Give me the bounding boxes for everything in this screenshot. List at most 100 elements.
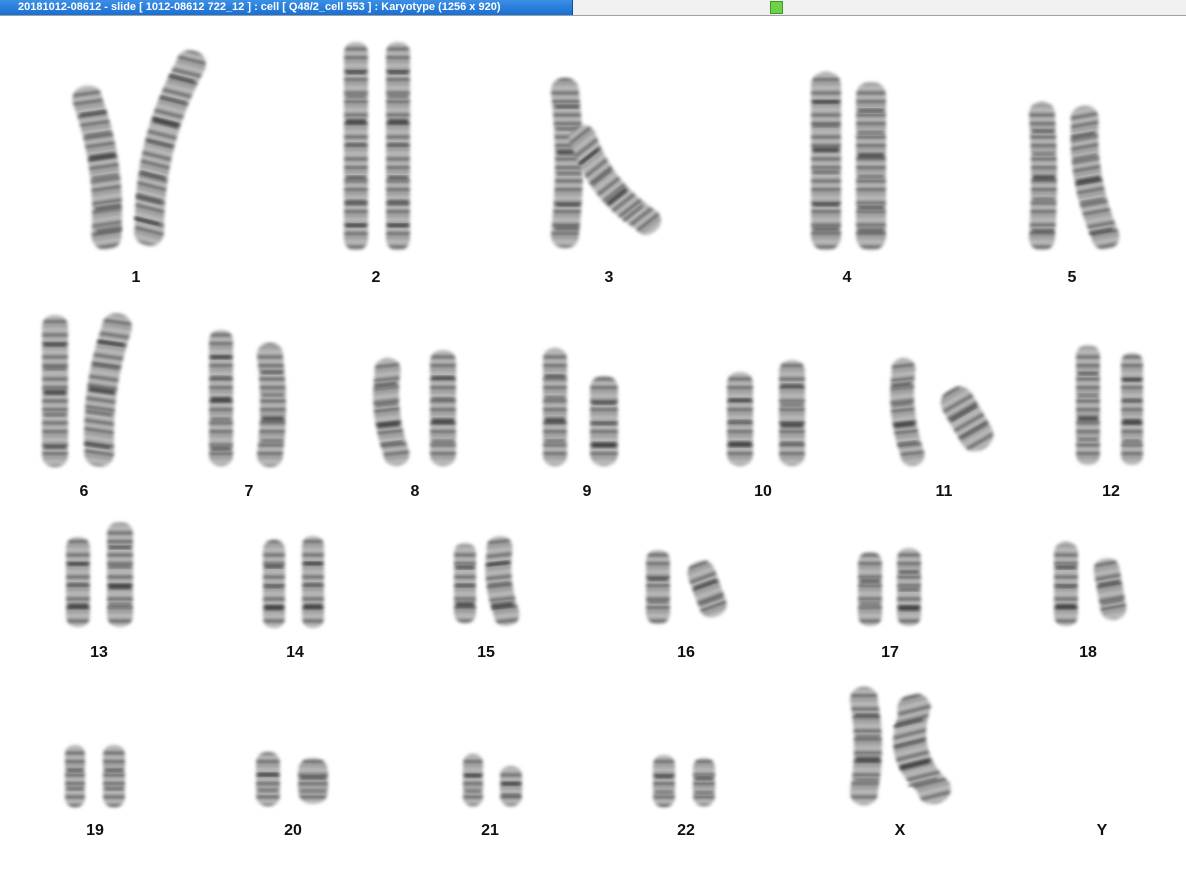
chromosome-band — [1123, 378, 1141, 382]
karyotype-canvas — [42, 42, 1143, 811]
chromosome-22-1[interactable] — [653, 755, 675, 807]
chromosome-8-2[interactable] — [430, 350, 456, 466]
chromosome-band — [1078, 416, 1098, 421]
chromosome-band — [858, 228, 884, 233]
chromosome-band — [388, 176, 408, 179]
chromosome-band — [465, 789, 481, 793]
chromosome-8-1[interactable] — [368, 357, 410, 468]
chromosome-band — [258, 789, 278, 792]
chromosome-17-1[interactable] — [858, 552, 882, 626]
chromosome-label: 19 — [86, 822, 104, 839]
chromosome-band — [854, 713, 879, 717]
chromosome-label: 3 — [604, 269, 614, 286]
chromosome-11-2[interactable] — [935, 381, 998, 457]
chromosome-6-1[interactable] — [42, 315, 68, 467]
chromosome-21-1[interactable] — [463, 754, 483, 806]
chromosome-band — [854, 778, 879, 782]
chromosome-band — [813, 170, 839, 174]
chromosome-body — [693, 758, 715, 806]
chromosome-band — [346, 224, 366, 227]
chromosome-band — [858, 175, 884, 178]
chromosome-3-1[interactable] — [551, 78, 583, 248]
chromosome-band — [346, 119, 366, 124]
chromosome-5-2[interactable] — [1062, 104, 1122, 253]
chromosome-band — [304, 562, 322, 565]
chromosome-7-1[interactable] — [209, 330, 233, 466]
chromosome-17-2[interactable] — [897, 548, 921, 626]
chromosome-band — [899, 605, 919, 611]
chromosome-1-2[interactable] — [121, 45, 209, 249]
chromosome-band — [858, 109, 884, 112]
chromosome-label: 18 — [1079, 644, 1097, 661]
chromosome-18-1[interactable] — [1054, 542, 1078, 626]
chromosome-label: 21 — [481, 822, 499, 839]
chromosome-21-2[interactable] — [500, 766, 522, 806]
chromosome-band — [211, 447, 231, 451]
chromosome-14-2[interactable] — [302, 536, 324, 628]
chromosome-body — [897, 548, 921, 626]
chromosome-band — [44, 366, 66, 370]
chromosome-body — [653, 755, 675, 807]
chromosome-band — [211, 417, 231, 421]
chromosome-2-2[interactable] — [386, 42, 410, 250]
chromosome-label: 15 — [477, 644, 495, 661]
chromosome-band — [44, 343, 66, 347]
chromosome-label: 13 — [90, 644, 108, 661]
chromosome-10-2[interactable] — [779, 360, 805, 466]
chromosome-X-2[interactable] — [881, 691, 954, 811]
chromosome-band — [432, 439, 454, 443]
chromosome-band — [432, 418, 454, 424]
chromosome-22-2[interactable] — [693, 758, 715, 806]
chromosome-band — [855, 735, 880, 739]
chromosome-band — [1032, 152, 1055, 156]
chromosome-16-2[interactable] — [684, 557, 730, 621]
chromosome-19-2[interactable] — [103, 745, 125, 807]
chromosome-band — [545, 374, 565, 378]
chromosome-band — [781, 441, 803, 445]
chromosome-15-2[interactable] — [481, 535, 520, 628]
chromosome-band — [545, 396, 565, 400]
chromosome-body — [1093, 558, 1127, 620]
chromosome-14-1[interactable] — [263, 540, 285, 628]
chromosome-label: Y — [1096, 822, 1108, 839]
chromosome-band — [346, 176, 366, 179]
chromosome-band — [211, 376, 231, 380]
chromosome-band — [648, 600, 668, 604]
chromosome-4-2[interactable] — [856, 82, 886, 250]
chromosome-body — [454, 543, 476, 623]
chromosome-band — [388, 119, 408, 124]
chromosome-band — [261, 416, 284, 422]
chromosome-9-2[interactable] — [590, 376, 618, 466]
chromosome-label: 4 — [842, 269, 852, 286]
chromosome-13-1[interactable] — [66, 537, 90, 627]
chromosome-7-2[interactable] — [257, 343, 286, 467]
chromosome-band — [592, 401, 616, 405]
chromosome-12-2[interactable] — [1121, 353, 1143, 465]
chromosome-band — [858, 153, 884, 158]
chromosome-band — [899, 570, 919, 574]
chromosome-13-2[interactable] — [107, 522, 133, 627]
chromosome-5-1[interactable] — [1029, 102, 1057, 250]
chromosome-19-1[interactable] — [65, 745, 85, 807]
chromosome-band — [109, 546, 131, 549]
chromosome-10-1[interactable] — [727, 372, 753, 466]
chromosome-18-2[interactable] — [1092, 556, 1128, 622]
chromosome-11-1[interactable] — [885, 357, 925, 467]
chromosome-20-1[interactable] — [256, 752, 280, 806]
chromosome-2-1[interactable] — [344, 42, 368, 250]
chromosome-band — [554, 225, 579, 231]
chromosome-band — [346, 143, 366, 146]
chromosome-20-2[interactable] — [298, 758, 328, 804]
chromosome-body — [65, 745, 85, 807]
chromosome-12-1[interactable] — [1076, 345, 1100, 465]
chromosome-band — [502, 782, 520, 786]
chromosome-6-2[interactable] — [76, 311, 133, 469]
chromosome-16-1[interactable] — [646, 550, 670, 624]
chromosome-4-1[interactable] — [811, 72, 841, 250]
chromosome-1-1[interactable] — [71, 83, 131, 252]
chromosome-body — [727, 372, 753, 466]
chromosome-9-1[interactable] — [543, 348, 567, 466]
chromosome-15-1[interactable] — [454, 543, 476, 623]
chromosome-X-1[interactable] — [850, 687, 882, 805]
chromosome-band — [655, 790, 673, 794]
